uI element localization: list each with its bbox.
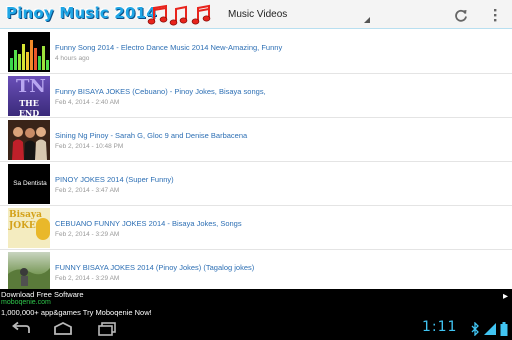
video-date: Feb 2, 2014 - 3:29 AM xyxy=(55,275,120,282)
video-date: Feb 2, 2014 - 3:47 AM xyxy=(55,187,120,194)
overflow-menu-icon[interactable] xyxy=(486,6,504,24)
bluetooth-icon xyxy=(470,321,480,337)
equalizer-thumbnail xyxy=(8,32,50,72)
ad-url[interactable]: moboqenie.com xyxy=(1,299,51,306)
performers-thumbnail xyxy=(8,120,50,160)
app-window: Pinoy Music 2014 Music Videos Funny Song… xyxy=(0,0,512,340)
category-spinner[interactable]: Music Videos xyxy=(228,9,287,20)
video-list[interactable]: Funny Song 2014 - Electro Dance Music 20… xyxy=(0,30,512,289)
video-date: Feb 2, 2014 - 3:29 AM xyxy=(55,231,120,238)
video-title[interactable]: Sining Ng Pinoy - Sarah G, Gloc 9 and De… xyxy=(55,131,247,140)
back-icon[interactable] xyxy=(10,321,32,337)
video-title[interactable]: Funny BISAYA JOKES (Cebuano) - Pinoy Jok… xyxy=(55,87,266,96)
ad-title[interactable]: Download Free Software xyxy=(1,290,84,299)
list-item[interactable]: TN THE END Funny BISAYA JOKES (Cebuano) … xyxy=(0,74,512,118)
list-item[interactable]: Sa Dentista PINOY JOKES 2014 (Super Funn… xyxy=(0,162,512,206)
list-item[interactable]: Funny Song 2014 - Electro Dance Music 20… xyxy=(0,30,512,74)
refresh-icon[interactable] xyxy=(452,6,470,24)
thumbnail-caption: THE END xyxy=(18,98,40,116)
wifi-icon xyxy=(484,322,496,336)
battery-icon xyxy=(500,322,510,336)
system-nav-bar: 1:11 xyxy=(0,318,512,340)
video-title[interactable]: PINOY JOKES 2014 (Super Funny) xyxy=(55,175,174,184)
action-bar: Pinoy Music 2014 Music Videos xyxy=(0,0,512,29)
home-icon[interactable] xyxy=(52,321,74,337)
spinner-dropdown-icon[interactable] xyxy=(364,17,370,23)
the-end-thumbnail: TN THE END xyxy=(8,76,50,116)
ad-body[interactable]: 1,000,000+ app&games Try Moboqenie Now! xyxy=(1,308,152,317)
thumbnail-caption: Bisaya JOKES xyxy=(9,210,43,231)
list-item[interactable]: FUNNY BISAYA JOKES 2014 (Pinoy Jokes) (T… xyxy=(0,250,512,289)
app-title: Pinoy Music 2014 xyxy=(6,4,157,22)
ad-arrow-icon[interactable]: ▸ xyxy=(503,291,508,302)
video-date: Feb 4, 2014 - 2:40 AM xyxy=(55,99,120,106)
video-title[interactable]: FUNNY BISAYA JOKES 2014 (Pinoy Jokes) (T… xyxy=(55,263,254,272)
sa-dentista-thumbnail: Sa Dentista xyxy=(8,164,50,204)
outdoor-thumbnail xyxy=(8,252,50,289)
video-date: Feb 2, 2014 - 10:48 PM xyxy=(55,143,124,150)
music-notes-logo-icon xyxy=(147,4,211,26)
thumbnail-caption: Sa Dentista xyxy=(13,180,47,187)
system-clock[interactable]: 1:11 xyxy=(422,319,457,335)
list-item[interactable]: Bisaya JOKES CEBUANO FUNNY JOKES 2014 - … xyxy=(0,206,512,250)
video-date: 4 hours ago xyxy=(55,55,90,62)
video-title[interactable]: CEBUANO FUNNY JOKES 2014 - Bisaya Jokes,… xyxy=(55,219,242,228)
list-item[interactable]: Sining Ng Pinoy - Sarah G, Gloc 9 and De… xyxy=(0,118,512,162)
ad-banner[interactable]: Download Free Software moboqenie.com 1,0… xyxy=(0,289,512,318)
bisaya-jokes-thumbnail: Bisaya JOKES xyxy=(8,208,50,248)
recent-apps-icon[interactable] xyxy=(96,321,118,337)
video-title[interactable]: Funny Song 2014 - Electro Dance Music 20… xyxy=(55,43,282,52)
